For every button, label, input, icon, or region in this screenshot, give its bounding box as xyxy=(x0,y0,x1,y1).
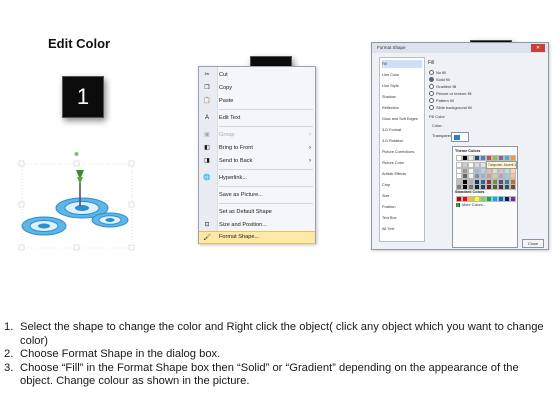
nav-item-fill[interactable]: Fill xyxy=(382,60,422,68)
menu-item-group[interactable]: ▣ Group › xyxy=(199,129,315,142)
cut-icon: ✂ xyxy=(204,72,210,78)
group-icon: ▣ xyxy=(204,132,210,138)
bring-to-front-icon: ◧ xyxy=(204,145,210,151)
nav-item-position[interactable]: Position xyxy=(382,203,422,211)
menu-item-save-as-picture[interactable]: Save as Picture... xyxy=(199,189,315,202)
color-tooltip: Turquoise, Accent 3 xyxy=(486,161,517,169)
option-slide-background-fill[interactable]: Slide background fill xyxy=(429,105,472,111)
submenu-arrow-icon: › xyxy=(309,158,311,164)
color-dropdown-button[interactable] xyxy=(451,132,469,142)
target-illustration[interactable] xyxy=(14,150,136,254)
context-menu[interactable]: ✂ Cut ❐ Copy 📋 Paste A Edit Text ▣ Group… xyxy=(198,66,316,244)
menu-item-bring-to-front[interactable]: ◧ Bring to Front › xyxy=(199,142,315,155)
page-title: Edit Color xyxy=(48,36,111,51)
menu-item-send-to-back[interactable]: ◨ Send to Back › xyxy=(199,155,315,168)
nav-item-picture-color[interactable]: Picture Color xyxy=(382,159,422,167)
size-position-icon: ⊡ xyxy=(204,222,210,228)
color-swatch[interactable] xyxy=(510,196,516,202)
menu-item-paste[interactable]: 📋 Paste xyxy=(199,95,315,108)
fill-color-label: Fill Color xyxy=(429,114,445,119)
nav-item-picture-corrections[interactable]: Picture Corrections xyxy=(382,148,422,156)
step-item: 2. Choose Format Shape in the dialog box. xyxy=(4,348,221,361)
nav-item-crop[interactable]: Crop xyxy=(382,181,422,189)
close-icon[interactable]: ✕ xyxy=(531,44,545,52)
instructions: 1. Select the shape to change the color a… xyxy=(4,321,554,389)
format-shape-icon: 🖌 xyxy=(203,235,211,241)
submenu-arrow-icon: › xyxy=(309,132,311,138)
theme-colors-label: Theme Colors xyxy=(455,149,481,153)
option-pattern-fill[interactable]: Pattern fill xyxy=(429,98,454,104)
nav-item-3d-format[interactable]: 3-D Format xyxy=(382,126,422,134)
option-picture-fill[interactable]: Picture or texture fill xyxy=(429,91,471,97)
nav-item-shadow[interactable]: Shadow xyxy=(382,93,422,101)
menu-item-hyperlink[interactable]: 🌐 Hyperlink... xyxy=(199,172,315,185)
menu-item-copy[interactable]: ❐ Copy xyxy=(199,82,315,95)
nav-item-alt-text[interactable]: Alt Text xyxy=(382,225,422,233)
menu-item-set-default-shape[interactable]: Set as Default Shape xyxy=(199,206,315,219)
submenu-arrow-icon: › xyxy=(309,145,311,151)
menu-item-format-shape[interactable]: 🖌 Format Shape... xyxy=(199,231,315,244)
dialog-title-bar: Format Shape xyxy=(372,43,548,53)
color-label: Color: xyxy=(432,123,443,128)
edit-text-icon: A xyxy=(204,115,209,121)
paste-icon: 📋 xyxy=(203,98,211,104)
nav-item-artistic-effects[interactable]: Artistic Effects xyxy=(382,170,422,178)
close-button[interactable]: Close xyxy=(522,239,544,248)
menu-item-edit-text[interactable]: A Edit Text xyxy=(199,112,315,125)
nav-item-reflection[interactable]: Reflection xyxy=(382,104,422,112)
menu-item-cut[interactable]: ✂ Cut xyxy=(199,69,315,82)
option-solid-fill[interactable]: Solid fill xyxy=(429,77,450,83)
format-shape-dialog[interactable]: Format Shape ✕ Fill Line Color Line Styl… xyxy=(371,42,549,250)
fill-heading: Fill xyxy=(428,60,435,66)
color-swatch[interactable] xyxy=(510,184,516,190)
paint-bucket-icon xyxy=(454,134,460,140)
option-no-fill[interactable]: No fill xyxy=(429,70,446,76)
nav-item-line-style[interactable]: Line Style xyxy=(382,82,422,90)
more-colors-item[interactable]: More Colors... xyxy=(456,203,486,207)
nav-item-glow[interactable]: Glow and Soft Edges xyxy=(382,115,422,123)
step-item: 1. Select the shape to change the color a… xyxy=(4,321,544,347)
send-to-back-icon: ◨ xyxy=(204,158,210,164)
nav-item-line-color[interactable]: Line Color xyxy=(382,71,422,79)
nav-item-text-box[interactable]: Text Box xyxy=(382,214,422,222)
palette-icon xyxy=(456,203,460,207)
standard-colors-label: Standard Colors xyxy=(455,190,485,194)
copy-icon: ❐ xyxy=(204,85,210,91)
step-badge-1: 1 xyxy=(62,76,104,118)
option-gradient-fill[interactable]: Gradient fill xyxy=(429,84,456,90)
nav-item-size[interactable]: Size xyxy=(382,192,422,200)
dialog-nav: Fill Line Color Line Style Shadow Reflec… xyxy=(379,57,425,242)
nav-item-3d-rotation[interactable]: 3-D Rotation xyxy=(382,137,422,145)
hyperlink-icon: 🌐 xyxy=(203,175,211,181)
step-item: 3. Choose “Fill” in the Format Shape box … xyxy=(4,361,519,388)
